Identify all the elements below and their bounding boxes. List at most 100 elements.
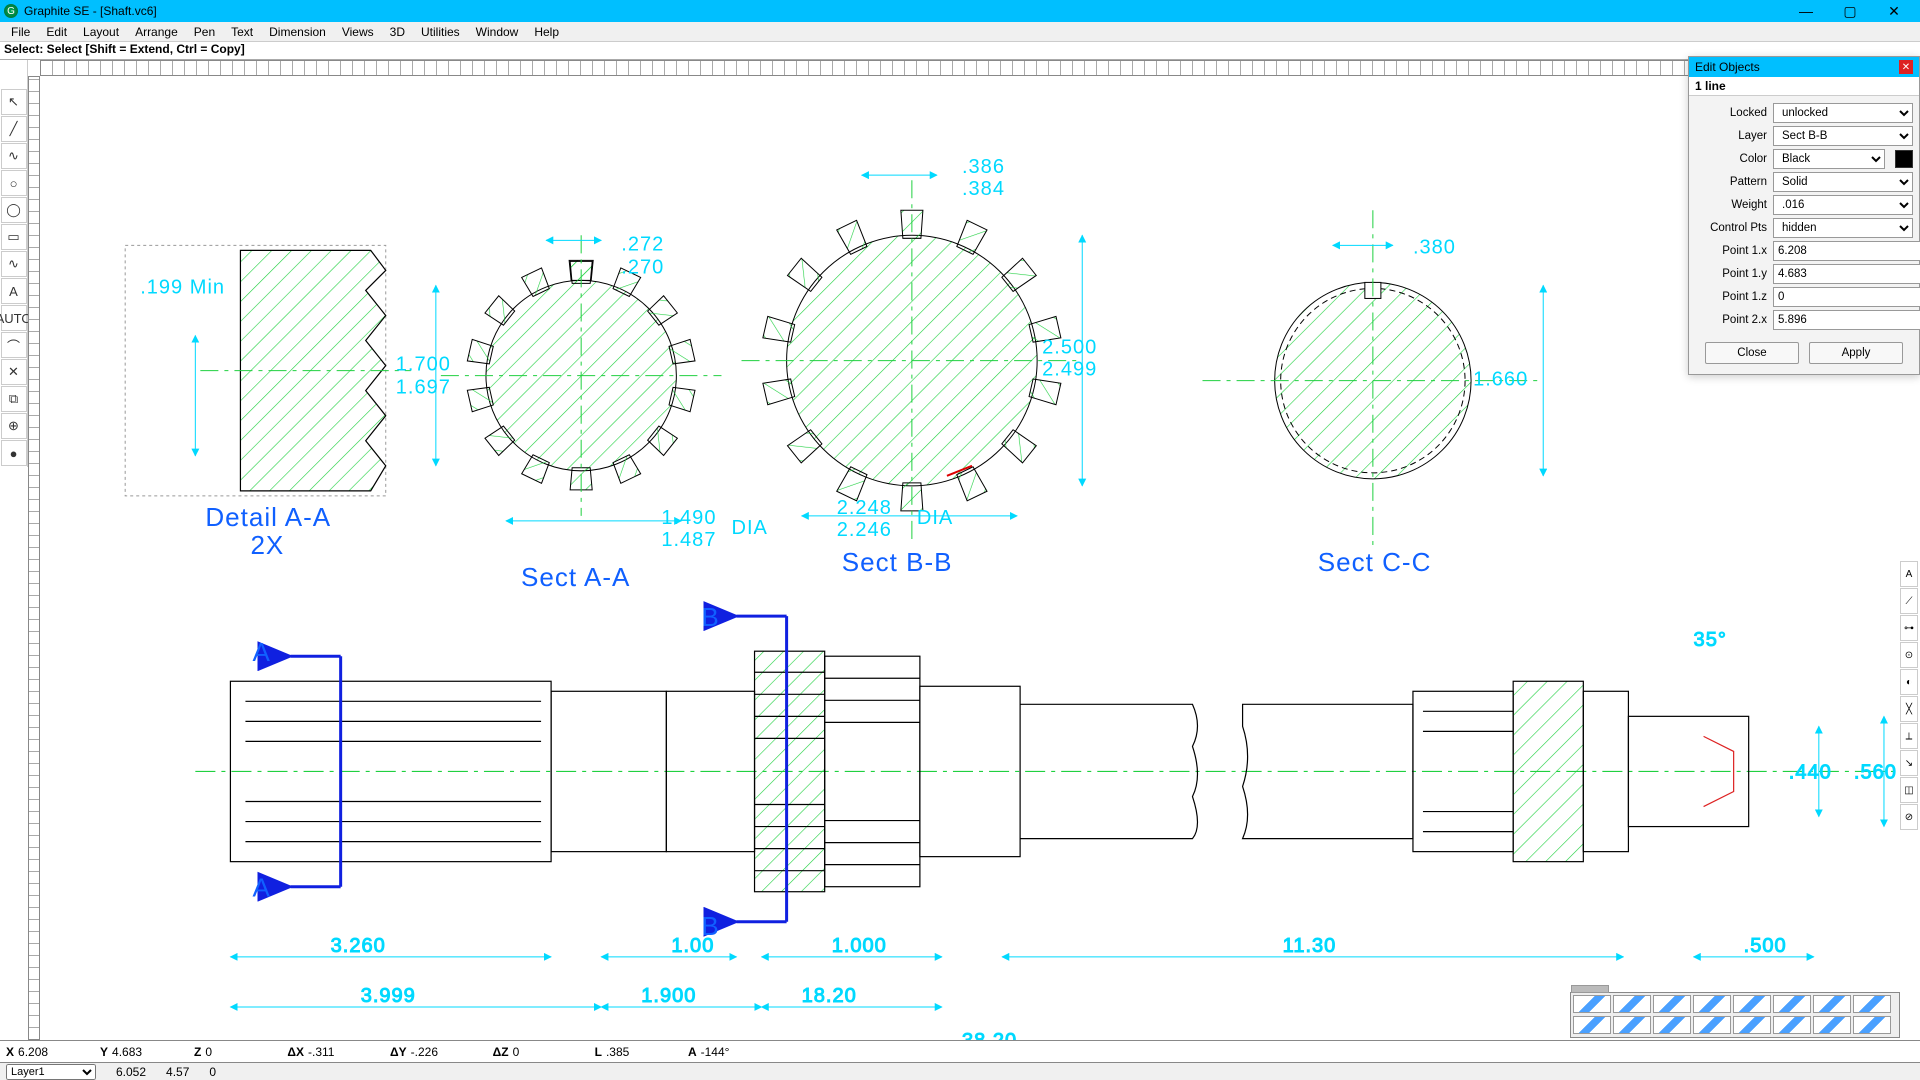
svg-text:.384: .384: [962, 178, 1005, 200]
tool-button-12[interactable]: ⊕: [1, 413, 27, 439]
pen-style-swatch[interactable]: [1813, 995, 1851, 1013]
svg-text:1.000: 1.000: [832, 935, 887, 957]
pen-style-swatch[interactable]: [1733, 1016, 1771, 1034]
tool-button-7[interactable]: A: [1, 278, 27, 304]
coordinate-bar: X Y Z ΔX ΔY ΔZ L A: [0, 1040, 1920, 1062]
snap-button[interactable]: ╳: [1900, 696, 1918, 722]
tool-button-0[interactable]: ↖: [1, 89, 27, 115]
tool-button-9[interactable]: ⌒: [1, 332, 27, 358]
tool-button-13[interactable]: ●: [1, 440, 27, 466]
svg-text:DIA: DIA: [917, 507, 953, 529]
coord-x-input[interactable]: [18, 1045, 78, 1059]
pen-style-palette[interactable]: [1570, 992, 1900, 1038]
svg-text:3.260: 3.260: [331, 935, 386, 957]
svg-text:1.00: 1.00: [671, 935, 714, 957]
menu-arrange[interactable]: Arrange: [128, 24, 185, 40]
svg-text:.440: .440: [1789, 761, 1832, 783]
pen-style-swatch[interactable]: [1773, 1016, 1811, 1034]
point1y-input[interactable]: [1773, 264, 1920, 284]
delta-y-input[interactable]: [411, 1045, 471, 1059]
tool-button-4[interactable]: ◯: [1, 197, 27, 223]
maximize-button[interactable]: ▢: [1828, 0, 1872, 22]
pen-style-swatch[interactable]: [1573, 995, 1611, 1013]
pen-style-swatch[interactable]: [1773, 995, 1811, 1013]
tool-button-2[interactable]: ∿: [1, 143, 27, 169]
menu-edit[interactable]: Edit: [39, 24, 74, 40]
pen-style-swatch[interactable]: [1733, 995, 1771, 1013]
tool-button-10[interactable]: ✕: [1, 359, 27, 385]
pen-style-swatch[interactable]: [1573, 1016, 1611, 1034]
tool-button-11[interactable]: ⧉: [1, 386, 27, 412]
svg-text:18.20: 18.20: [802, 985, 857, 1007]
color-swatch[interactable]: [1895, 150, 1913, 168]
point1x-input[interactable]: [1773, 241, 1920, 261]
length-input[interactable]: [606, 1045, 666, 1059]
ruler-horizontal[interactable]: [40, 60, 1900, 76]
color-select[interactable]: Black: [1773, 149, 1885, 169]
delta-z-input[interactable]: [513, 1045, 573, 1059]
panel-titlebar[interactable]: Edit Objects ✕: [1689, 57, 1919, 77]
menu-file[interactable]: File: [4, 24, 37, 40]
menu-utilities[interactable]: Utilities: [414, 24, 467, 40]
locked-select[interactable]: unlocked: [1773, 103, 1913, 123]
snap-button[interactable]: ⟂: [1900, 723, 1918, 749]
minimize-button[interactable]: —: [1784, 0, 1828, 22]
tool-button-1[interactable]: ╱: [1, 116, 27, 142]
snap-button[interactable]: ⟋: [1900, 588, 1918, 614]
menu-views[interactable]: Views: [335, 24, 381, 40]
pen-style-swatch[interactable]: [1613, 1016, 1651, 1034]
pen-style-swatch[interactable]: [1653, 995, 1691, 1013]
pen-style-swatch[interactable]: [1853, 1016, 1891, 1034]
menu-pen[interactable]: Pen: [187, 24, 222, 40]
pattern-select[interactable]: Solid: [1773, 172, 1913, 192]
snap-auto-button[interactable]: A: [1900, 561, 1918, 587]
drawing-canvas[interactable]: .199 Min Detail A-A 2X 1.700 1.697 .272 …: [40, 76, 1900, 1040]
apply-button[interactable]: Apply: [1809, 342, 1903, 364]
hint-text: Select: Select [Shift = Extend, Ctrl = C…: [4, 42, 245, 56]
point2x-input[interactable]: [1773, 310, 1920, 330]
panel-close-button[interactable]: ✕: [1899, 60, 1913, 74]
snap-button[interactable]: ⊘: [1900, 804, 1918, 830]
snap-button[interactable]: ⊙: [1900, 642, 1918, 668]
pen-style-swatch[interactable]: [1693, 1016, 1731, 1034]
controlpts-select[interactable]: hidden: [1773, 218, 1913, 238]
edit-objects-panel[interactable]: Edit Objects ✕ 1 line Lockedunlocked Lay…: [1688, 56, 1920, 375]
palette-grip[interactable]: [1571, 985, 1609, 993]
pen-style-swatch[interactable]: [1853, 995, 1891, 1013]
angle-input[interactable]: [701, 1045, 761, 1059]
svg-text:.500: .500: [1744, 935, 1787, 957]
coord-y-input[interactable]: [112, 1045, 172, 1059]
tool-palette-right: A ⟋ ⊶ ⊙ ◐ ╳ ⟂ ↘ ◫ ⊘: [1900, 560, 1920, 831]
snap-button[interactable]: ◐: [1900, 669, 1918, 695]
close-button[interactable]: ✕: [1872, 0, 1916, 22]
menu-text[interactable]: Text: [224, 24, 260, 40]
tool-button-5[interactable]: ▭: [1, 224, 27, 250]
menu-window[interactable]: Window: [469, 24, 526, 40]
snap-button[interactable]: ◫: [1900, 777, 1918, 803]
pen-style-swatch[interactable]: [1613, 995, 1651, 1013]
coord-z-input[interactable]: [205, 1045, 265, 1059]
pen-style-swatch[interactable]: [1693, 995, 1731, 1013]
tool-button-6[interactable]: ∿: [1, 251, 27, 277]
weight-select[interactable]: .016: [1773, 195, 1913, 215]
ruler-vertical[interactable]: [28, 76, 40, 1040]
snap-button[interactable]: ↘: [1900, 750, 1918, 776]
pen-style-swatch[interactable]: [1813, 1016, 1851, 1034]
panel-selection-info: 1 line: [1689, 77, 1919, 96]
svg-text:11.30: 11.30: [1283, 935, 1337, 957]
snap-button[interactable]: ⊶: [1900, 615, 1918, 641]
layer-select[interactable]: Layer1: [6, 1064, 96, 1080]
menu-dimension[interactable]: Dimension: [262, 24, 333, 40]
tool-button-3[interactable]: ○: [1, 170, 27, 196]
delta-x-input[interactable]: [308, 1045, 368, 1059]
menu-3d[interactable]: 3D: [383, 24, 412, 40]
layer-prop-select[interactable]: Sect B-B: [1773, 126, 1913, 146]
panel-title-text: Edit Objects: [1695, 60, 1760, 74]
svg-text:Sect B-B: Sect B-B: [842, 547, 953, 577]
close-panel-button[interactable]: Close: [1705, 342, 1799, 364]
point1z-input[interactable]: [1773, 287, 1920, 307]
tool-button-8[interactable]: AUTO: [1, 305, 27, 331]
menu-layout[interactable]: Layout: [76, 24, 126, 40]
menu-help[interactable]: Help: [527, 24, 566, 40]
pen-style-swatch[interactable]: [1653, 1016, 1691, 1034]
